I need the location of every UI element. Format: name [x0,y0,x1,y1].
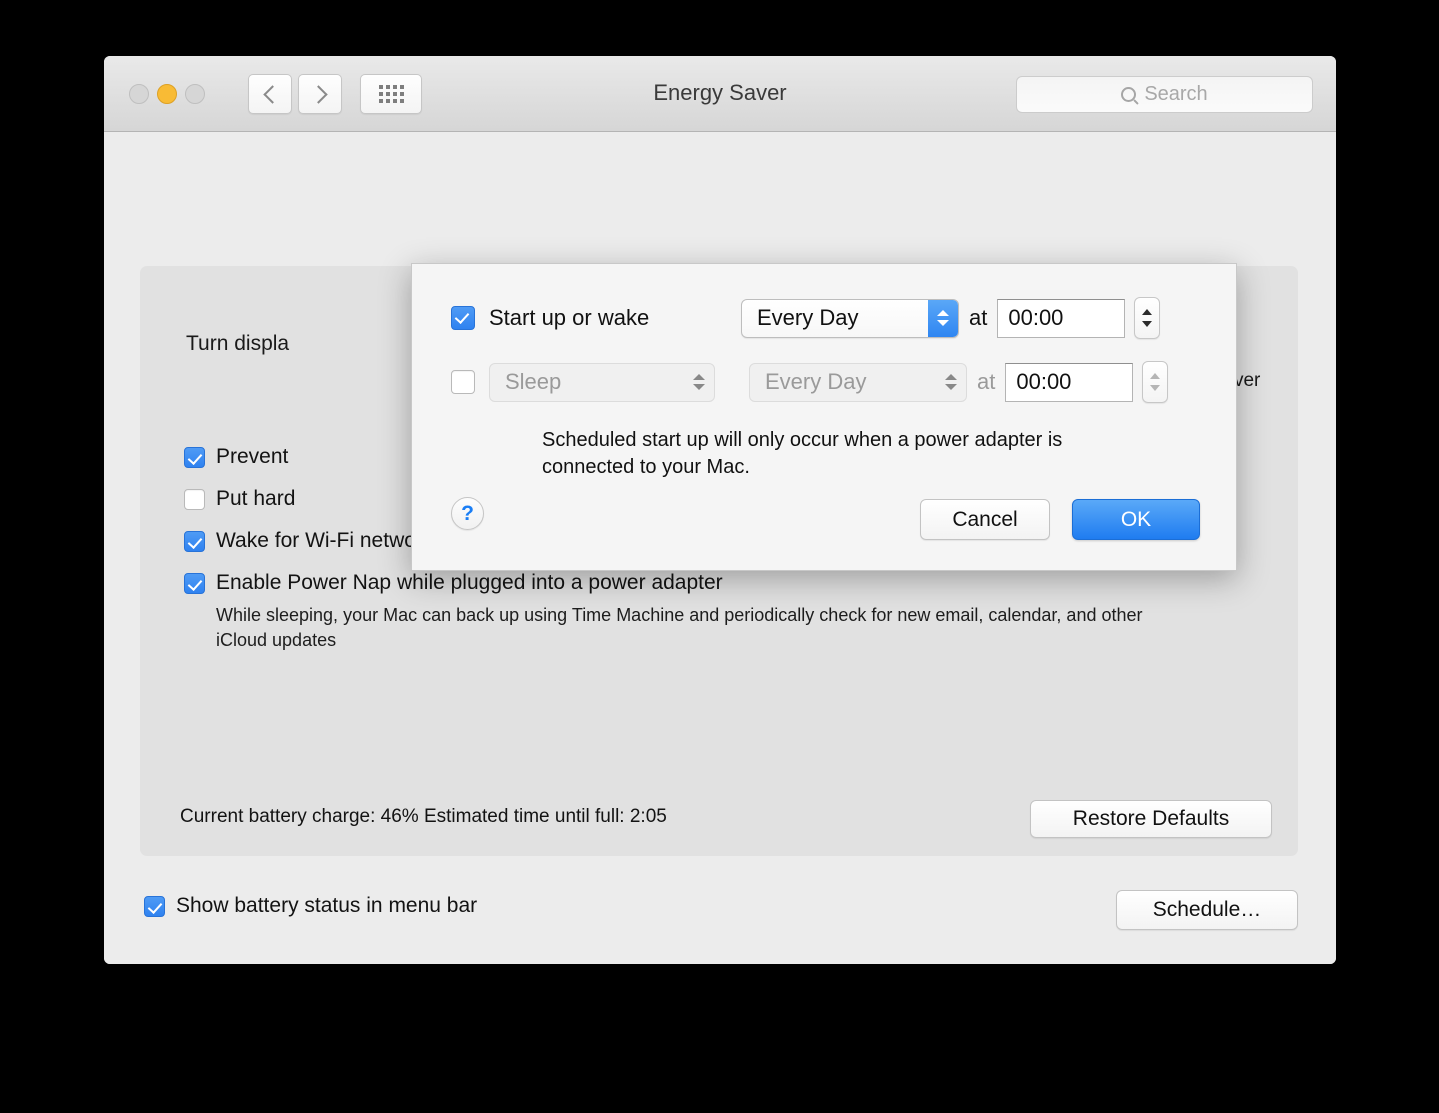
sleep-time-field[interactable]: 00:00 [1005,362,1134,402]
dialog-startup-row: Start up or wake Every Day at 00:00 [451,297,1161,339]
startup-time-stepper[interactable] [1134,297,1161,339]
option-sublabel-power-nap: While sleeping, your Mac can back up usi… [216,605,1143,650]
search-input[interactable]: Search [1016,76,1313,113]
option-label-power-nap: Enable Power Nap while plugged into a po… [216,571,723,594]
chevron-updown-icon [928,299,958,337]
startup-at-label: at [969,305,988,330]
option-label-put-hard-disks-to-sleep: Put hard [216,487,296,510]
sleep-day-value: Every Day [765,369,867,394]
checkbox-prevent[interactable] [184,447,205,468]
chevron-updown-icon [936,364,966,401]
schedule-button[interactable]: Schedule… [1116,890,1298,930]
startup-day-value: Every Day [757,305,859,330]
checkbox-put-hard-disks-to-sleep[interactable] [184,489,205,510]
checkbox-sleep[interactable] [451,370,475,394]
battery-status-text: Current battery charge: 46% Estimated ti… [180,806,667,827]
sleep-day-popup[interactable]: Every Day [749,362,967,402]
show-battery-status-label: Show battery status in menu bar [176,894,478,917]
startup-time-field[interactable]: 00:00 [997,298,1126,338]
dialog-help-button[interactable]: ? [451,497,484,530]
checkbox-show-battery-status[interactable] [144,895,165,917]
display-sleep-label: Turn displa [186,332,290,355]
startup-day-popup[interactable]: Every Day [741,298,959,338]
window-body: Turn displa 3 hrs Never Prevent Put hard… [104,132,1336,964]
cancel-button[interactable]: Cancel [920,499,1050,540]
chevron-updown-icon [684,364,714,401]
window-titlebar: Energy Saver Search [104,56,1336,132]
show-battery-status-row[interactable]: Show battery status in menu bar [144,893,477,919]
search-placeholder: Search [1144,83,1208,105]
ok-button[interactable]: OK [1072,499,1200,540]
sleep-action-value: Sleep [505,369,562,394]
option-row-put-hard-disks-to-sleep[interactable]: Put hard [184,486,295,512]
sleep-action-popup[interactable]: Sleep [489,362,715,402]
dialog-note-text: Scheduled start up will only occur when … [542,429,1063,478]
label-start-up-or-wake: Start up or wake [489,305,650,330]
sleep-time-stepper[interactable] [1142,361,1169,403]
option-row-prevent[interactable]: Prevent [184,444,288,470]
schedule-dialog: Start up or wake Every Day at 00:00 Slee… [411,263,1237,571]
option-label-prevent: Prevent [216,445,289,468]
checkbox-start-up-or-wake[interactable] [451,306,475,330]
energy-saver-window: Energy Saver Search Turn displa 3 hrs Ne… [104,56,1336,964]
restore-defaults-button[interactable]: Restore Defaults [1030,800,1272,838]
checkbox-power-nap[interactable] [184,573,205,594]
dialog-sleep-row: Sleep Every Day at 00:00 [451,361,1169,403]
option-row-power-nap[interactable]: Enable Power Nap while plugged into a po… [184,570,1176,653]
search-icon [1121,87,1137,102]
checkbox-wake-for-wifi[interactable] [184,531,205,552]
sleep-at-label: at [977,369,996,394]
